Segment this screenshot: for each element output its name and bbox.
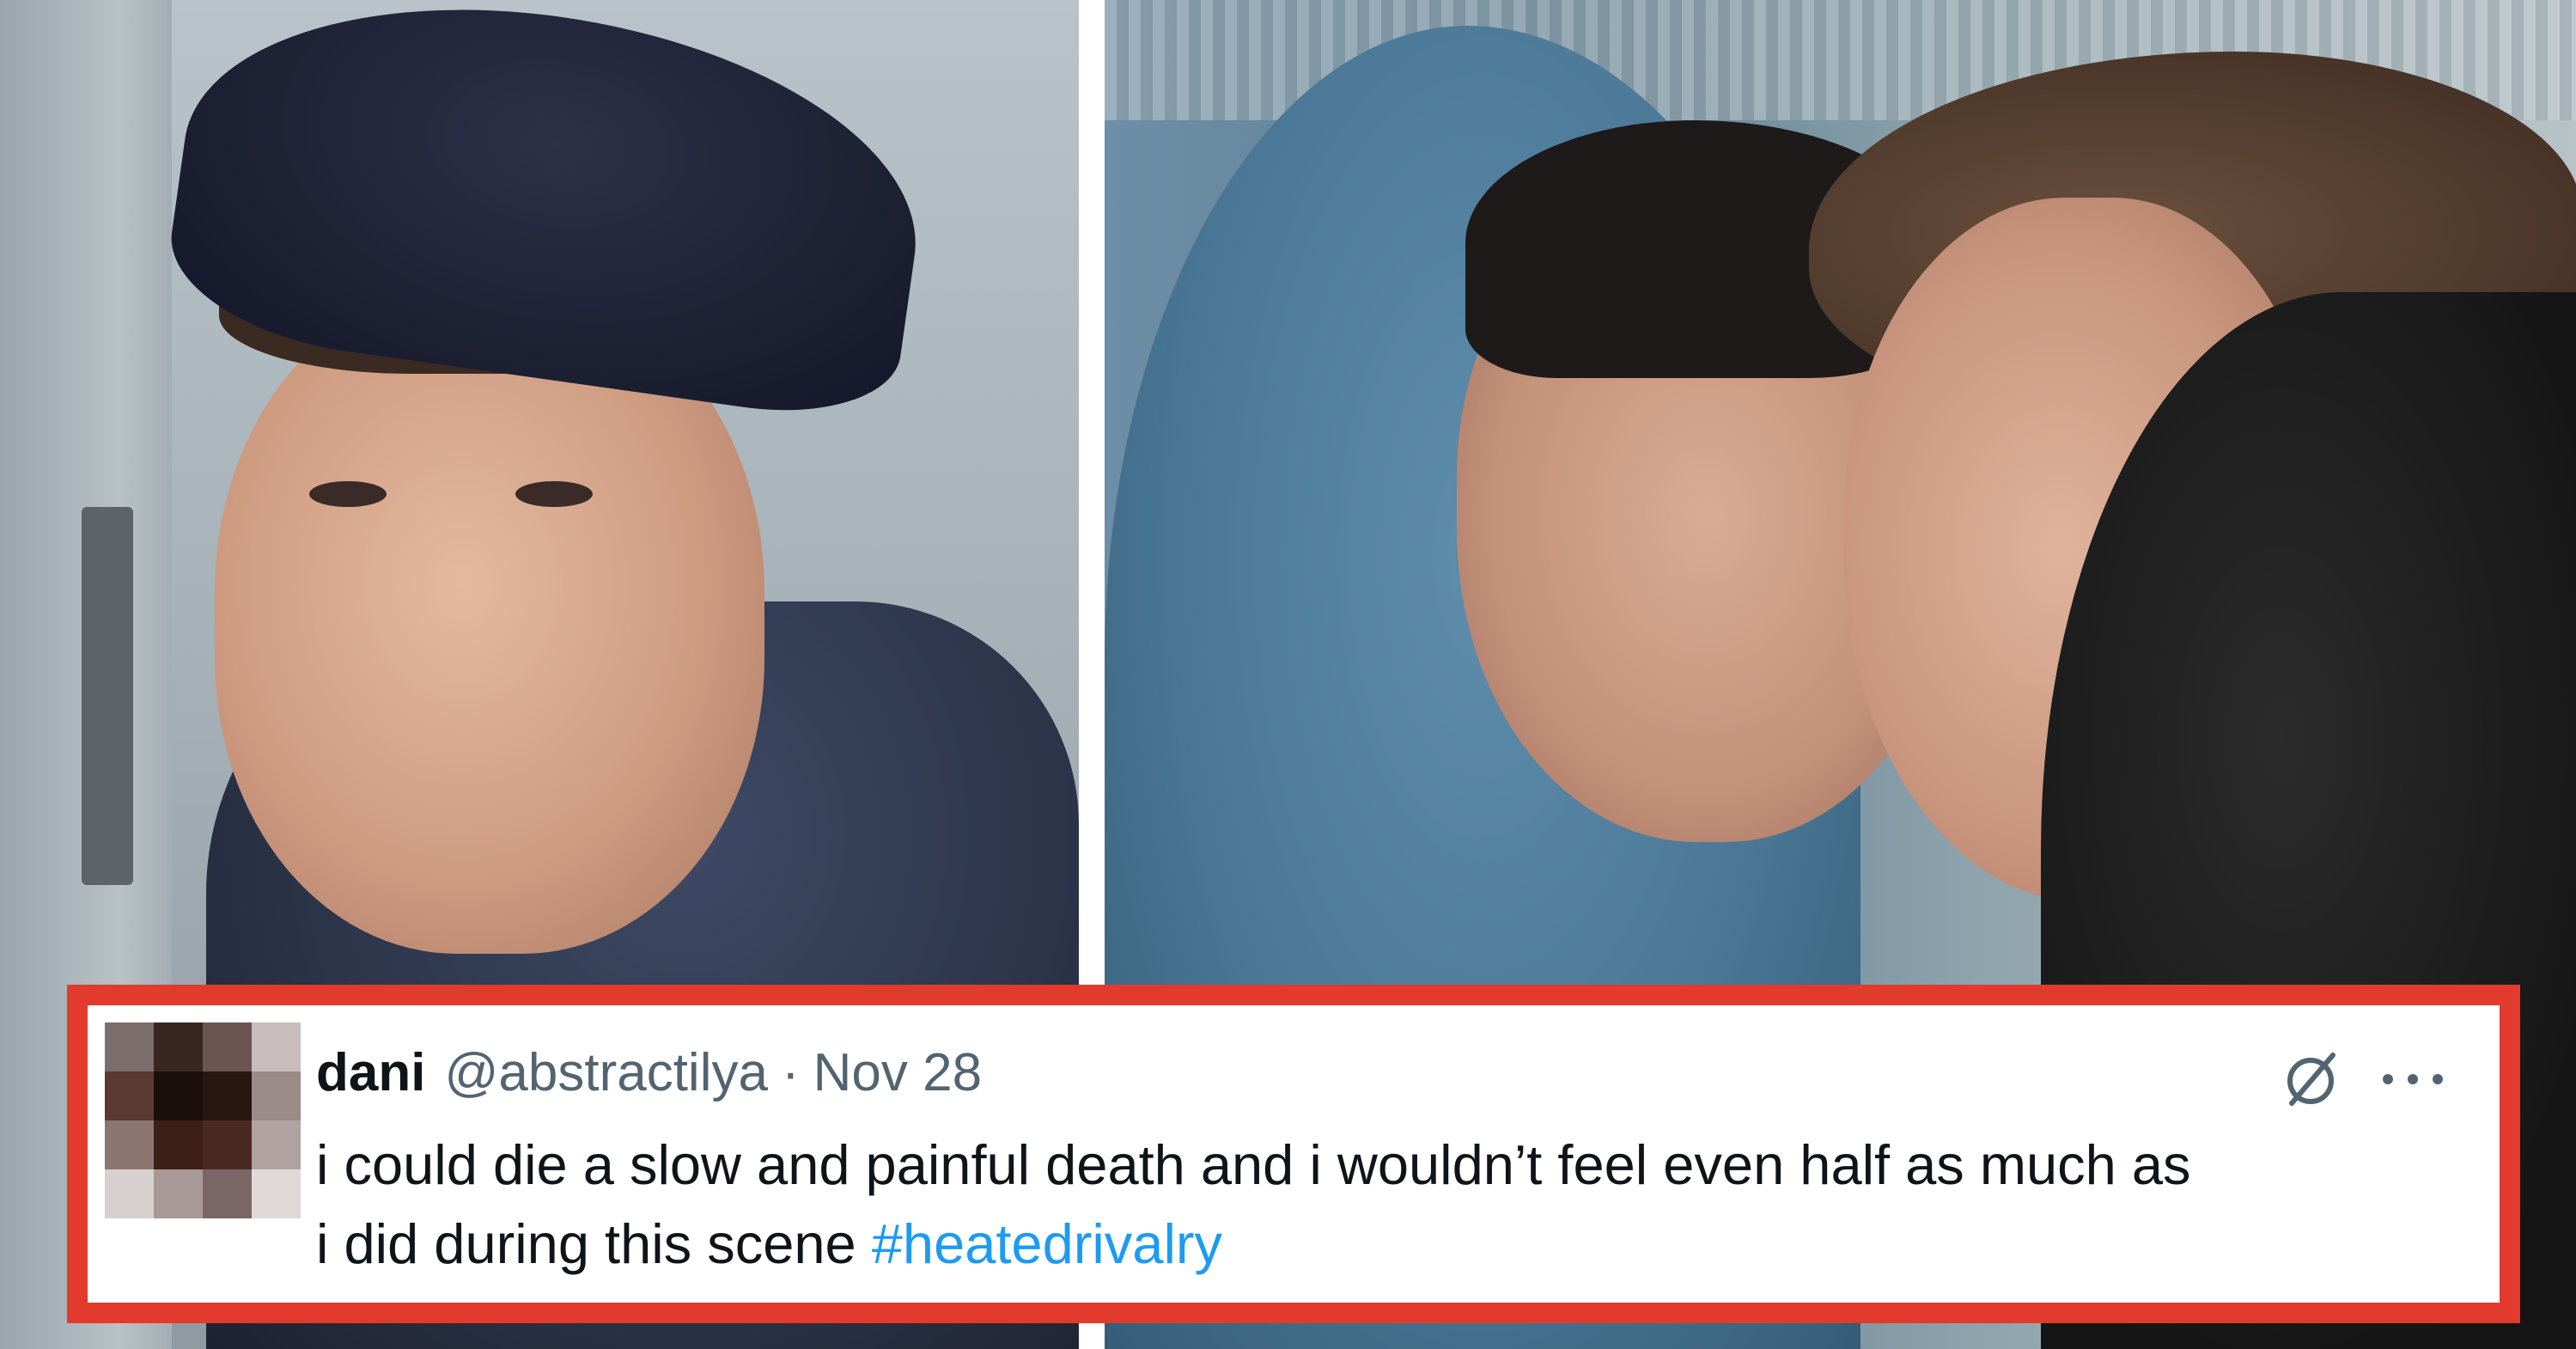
avatar-pixel [154, 1120, 203, 1169]
grok-icon[interactable] [2280, 1047, 2345, 1112]
avatar-pixel [203, 1071, 252, 1120]
door-handle [82, 507, 133, 885]
avatar-pixel [203, 1022, 252, 1071]
tweet-text: i could die a slow and painful death and… [316, 1126, 2421, 1284]
avatar-pixel [105, 1120, 154, 1169]
separator-dot: · [781, 1042, 800, 1102]
avatar-pixel [203, 1120, 252, 1169]
avatar-pixel [154, 1022, 203, 1071]
avatar-pixel [105, 1022, 154, 1071]
avatar-pixel [252, 1022, 301, 1071]
more-dot [2408, 1074, 2418, 1084]
tweet-card: dani @abstractilya · Nov 28 i could die … [88, 1005, 2500, 1303]
avatar-pixel [154, 1169, 203, 1218]
avatar-pixel [154, 1071, 203, 1120]
tweet-header: dani @abstractilya · Nov 28 [316, 1038, 982, 1107]
eye-left [309, 481, 387, 507]
avatar-pixel [105, 1169, 154, 1218]
more-dot [2383, 1074, 2393, 1084]
hashtag-link[interactable]: #heatedrivalry [872, 1212, 1222, 1275]
beanie-hat [158, 0, 941, 428]
avatar-pixel [105, 1071, 154, 1120]
eye-right [515, 481, 593, 507]
more-dot [2433, 1074, 2443, 1084]
tweet-date[interactable]: Nov 28 [813, 1042, 982, 1103]
avatar-pixel [252, 1120, 301, 1169]
display-name[interactable]: dani [316, 1042, 425, 1103]
tweet-body: i could die a slow and painful death and… [316, 1133, 2191, 1275]
more-options-icon[interactable] [2383, 1062, 2443, 1096]
avatar-pixel [203, 1169, 252, 1218]
user-handle[interactable]: @abstractilya [444, 1042, 768, 1103]
avatar-pixel [252, 1071, 301, 1120]
avatar[interactable] [105, 1022, 301, 1218]
avatar-pixel [252, 1169, 301, 1218]
